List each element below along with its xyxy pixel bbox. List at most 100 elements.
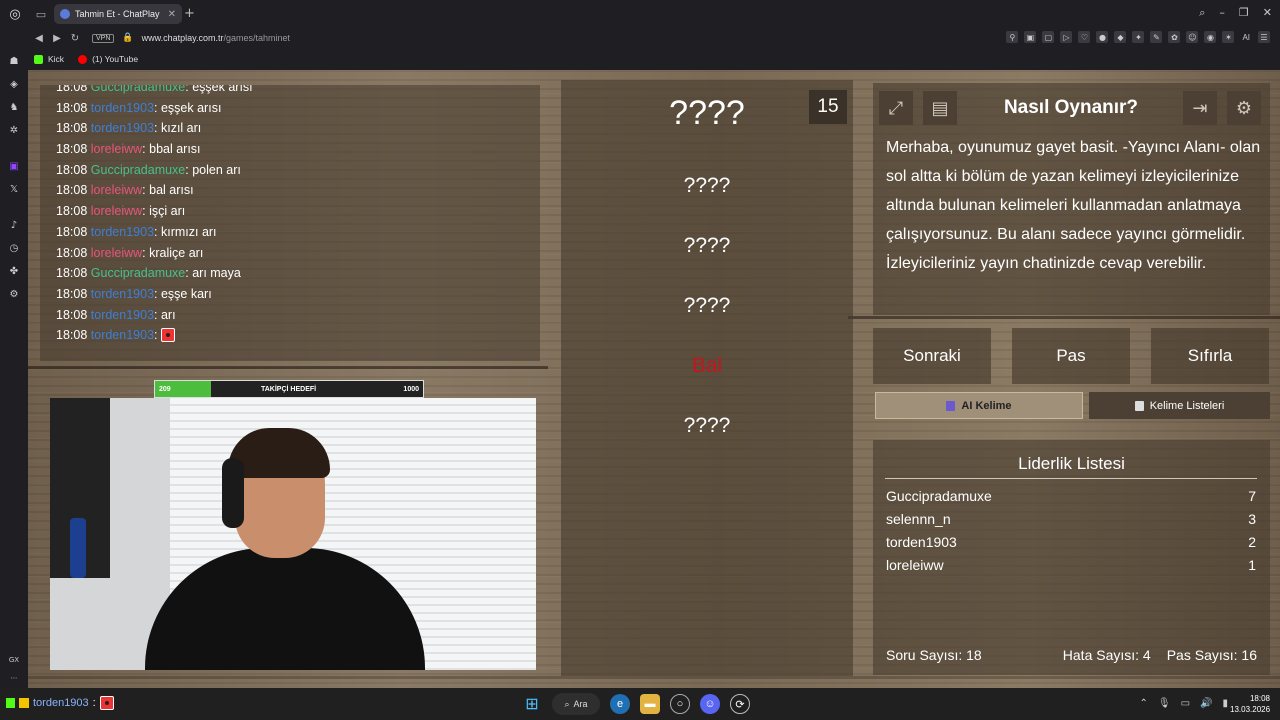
- chat-username[interactable]: loreleiww: [91, 204, 142, 218]
- app-icon[interactable]: ⟳: [730, 694, 750, 714]
- forward-icon[interactable]: ▶: [48, 33, 66, 44]
- extension-icon[interactable]: ✿: [1168, 31, 1181, 43]
- reload-icon[interactable]: ↻: [66, 33, 84, 44]
- extension-icon[interactable]: ☺: [1186, 31, 1199, 43]
- url-path: /games/tahminet: [223, 33, 291, 43]
- x-twitter-icon[interactable]: 𝕏: [7, 182, 21, 196]
- hidden-word: ????: [669, 94, 745, 132]
- revealed-word: Bal: [691, 354, 723, 377]
- microphone-icon[interactable]: 🎙: [1158, 698, 1171, 709]
- discord-icon[interactable]: ☺: [700, 694, 720, 714]
- url-field[interactable]: www.chatplay.com.tr/games/tahminet: [142, 33, 290, 43]
- ticker-user: torden1903: [33, 697, 89, 709]
- chat-message: 18:08 Guccipradamuxe: polen arı: [56, 160, 253, 181]
- chat-message: 18:08 torden1903: kızıl arı: [56, 118, 253, 139]
- snapshot-icon[interactable]: ▣: [1024, 31, 1037, 43]
- browser-tab[interactable]: Tahmin Et - ChatPlay ✕: [54, 4, 182, 24]
- extension-icon[interactable]: ◆: [1114, 31, 1127, 43]
- robot-icon: [946, 400, 956, 411]
- extensions-icon[interactable]: ✤: [7, 264, 21, 278]
- webcam-bottle: [70, 518, 86, 578]
- search-tabs-icon[interactable]: ⌕: [1199, 6, 1205, 20]
- maximize-icon[interactable]: ❐: [1239, 6, 1249, 20]
- screen: ◎ ▭ Tahmin Et - ChatPlay ✕ + ⌕ – ❐ ✕ ◀ ▶…: [0, 0, 1280, 720]
- chat-text: : işçi arı: [142, 204, 186, 219]
- settings-gear-icon[interactable]: ⚙: [1227, 91, 1261, 125]
- gx-corner-icon[interactable]: ♞: [7, 100, 21, 114]
- volume-icon[interactable]: 🔊: [1200, 698, 1212, 709]
- word-lists-label: Kelime Listeleri: [1149, 399, 1225, 412]
- new-tab-button[interactable]: +: [184, 6, 195, 21]
- player-icon[interactable]: ♪: [7, 218, 21, 232]
- chat-username[interactable]: torden1903: [91, 328, 154, 342]
- gx-cleaner-icon[interactable]: ✲: [7, 123, 21, 137]
- chat-text: : eşşek arısı: [154, 100, 222, 115]
- chat-username[interactable]: Guccipradamuxe: [91, 85, 186, 94]
- close-tab-icon[interactable]: ✕: [168, 9, 176, 20]
- wallet-icon[interactable]: ▢: [1042, 31, 1055, 43]
- chat-timestamp: 18:08: [56, 85, 88, 94]
- word-lists-button[interactable]: Kelime Listeleri: [1089, 392, 1270, 419]
- minimize-icon[interactable]: –: [1219, 6, 1225, 20]
- extension-icon[interactable]: ✎: [1150, 31, 1163, 43]
- opera-gx-logo-icon[interactable]: ◎: [0, 0, 30, 28]
- tray-expand-icon[interactable]: ⌃: [1139, 698, 1147, 709]
- file-explorer-icon[interactable]: ▬: [640, 694, 660, 714]
- extension-icon[interactable]: ✶: [1222, 31, 1235, 43]
- ai-word-button[interactable]: AI Kelime: [875, 392, 1083, 419]
- taskbar-search[interactable]: ⌕ Ara: [552, 693, 600, 715]
- follower-target: 1000: [403, 385, 419, 393]
- chat-message: 18:08 Guccipradamuxe: arı maya: [56, 263, 253, 284]
- bookmark-youtube[interactable]: (1) YouTube: [78, 54, 138, 64]
- chat-username[interactable]: loreleiww: [91, 246, 142, 260]
- chat-username[interactable]: torden1903: [91, 121, 154, 135]
- settings-icon[interactable]: ⚙: [7, 287, 21, 301]
- windows-start-icon[interactable]: ⊞: [522, 694, 542, 714]
- gx-control-icon[interactable]: ◈: [7, 77, 21, 91]
- vpn-badge[interactable]: VPN: [92, 33, 115, 43]
- network-icon[interactable]: ▭: [1181, 698, 1190, 709]
- easy-setup-icon[interactable]: ☰: [1258, 31, 1270, 43]
- chat-timestamp: 18:08: [56, 142, 88, 157]
- taskbar-chat-ticker: torden1903 :: [6, 696, 114, 710]
- profile-icon[interactable]: ◉: [1204, 31, 1217, 43]
- heart-icon[interactable]: ♡: [1078, 31, 1091, 43]
- bookmark-kick[interactable]: Kick: [34, 54, 64, 64]
- chat-username[interactable]: torden1903: [91, 101, 154, 115]
- leaderboard-name: torden1903: [886, 534, 957, 550]
- logout-icon[interactable]: ⇥: [1183, 91, 1217, 125]
- extension-icon[interactable]: ✦: [1132, 31, 1145, 43]
- tab-manager-icon[interactable]: ▭: [30, 0, 52, 28]
- chat-username[interactable]: torden1903: [91, 225, 154, 239]
- opera-gx-icon[interactable]: ○: [670, 694, 690, 714]
- play-icon[interactable]: ▷: [1060, 31, 1073, 43]
- chat-panel: 18:08 Guccipradamuxe : eşşek arısı 18:08 t…: [40, 85, 540, 361]
- pass-button[interactable]: Pas: [1012, 328, 1130, 384]
- fullscreen-icon[interactable]: ⤢: [879, 91, 913, 125]
- battery-icon[interactable]: ▮: [1222, 698, 1228, 709]
- ai-button[interactable]: AI: [1240, 31, 1252, 43]
- edge-icon[interactable]: e: [610, 694, 630, 714]
- chat-username[interactable]: torden1903: [91, 308, 154, 322]
- extension-icon[interactable]: ●: [1096, 31, 1109, 43]
- chat-username[interactable]: Guccipradamuxe: [91, 163, 186, 177]
- headphone-icon: [222, 458, 244, 528]
- history-icon[interactable]: ◷: [7, 241, 21, 255]
- document-icon[interactable]: ▤: [923, 91, 957, 125]
- chat-username[interactable]: loreleiww: [91, 142, 142, 156]
- twitch-icon[interactable]: ▣: [7, 159, 21, 173]
- close-window-icon[interactable]: ✕: [1263, 6, 1272, 20]
- chat-username[interactable]: loreleiww: [91, 183, 142, 197]
- chatplay-favicon-icon: [60, 9, 70, 19]
- system-clock[interactable]: 18:08 13.03.2026: [1230, 693, 1270, 715]
- chat-username[interactable]: Guccipradamuxe: [91, 266, 186, 280]
- back-icon[interactable]: ◀: [30, 33, 48, 44]
- chat-text: : kızıl arı: [154, 121, 202, 136]
- next-button[interactable]: Sonraki: [873, 328, 991, 384]
- speed-dial-icon[interactable]: ☗: [7, 54, 21, 68]
- chat-username[interactable]: torden1903: [91, 287, 154, 301]
- pin-icon[interactable]: ⚲: [1006, 31, 1019, 43]
- reset-button[interactable]: Sıfırla: [1151, 328, 1269, 384]
- more-icon[interactable]: ⋯: [10, 674, 17, 682]
- clock-time: 18:08: [1249, 694, 1270, 703]
